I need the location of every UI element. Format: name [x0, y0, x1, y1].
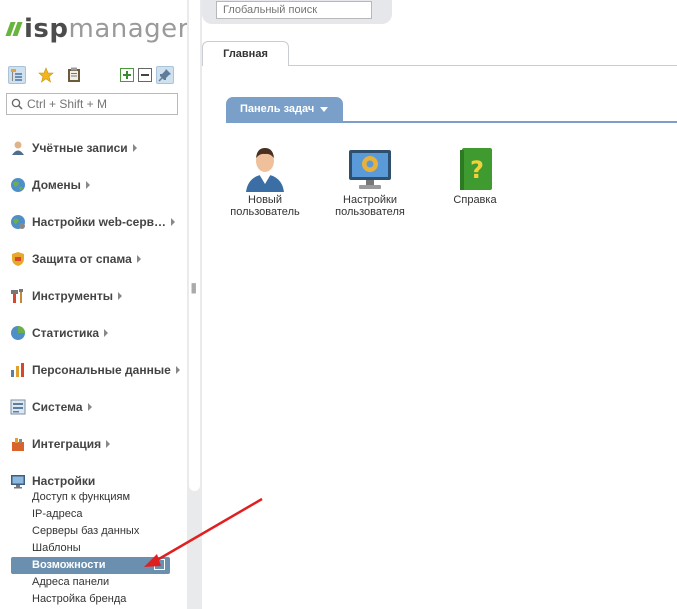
sidebar-item-spam-protection[interactable]: Защита от спама	[0, 240, 187, 277]
sidebar-item-domains[interactable]: Домены	[0, 166, 187, 203]
settings-icon	[10, 473, 26, 489]
clipboard-icon[interactable]	[65, 66, 83, 84]
sidebar: ispmanager Учётные записи	[0, 0, 189, 609]
tab-home[interactable]: Главная	[202, 41, 289, 66]
sidebar-scrollbar[interactable]	[187, 0, 202, 609]
sidebar-item-label: Персональные данные	[32, 362, 171, 377]
global-search[interactable]	[216, 1, 372, 19]
search-icon	[11, 98, 23, 110]
sidebar-item-tools[interactable]: Инструменты	[0, 277, 187, 314]
tile-help-label: Справка	[453, 194, 497, 206]
sidebar-item-label: Система	[32, 399, 83, 414]
submenu-item-db-servers[interactable]: Серверы баз данных	[0, 523, 187, 540]
submenu-item-panel-addresses[interactable]: Адреса панели	[0, 574, 187, 591]
sidebar-item-label: Статистика	[32, 325, 100, 340]
submenu-item-features[interactable]: Возможности	[11, 557, 170, 574]
logo-isp-text: isp	[24, 14, 69, 44]
sidebar-item-label: Инструменты	[32, 288, 114, 303]
svg-text:?: ?	[470, 156, 484, 184]
submenu-item-function-access[interactable]: Доступ к функциям	[0, 489, 187, 506]
sidebar-item-system[interactable]: Система	[0, 388, 187, 425]
submenu-item-brand-settings[interactable]: Настройка бренда	[0, 591, 187, 608]
sidebar-item-accounts[interactable]: Учётные записи	[0, 129, 187, 166]
sidebar-item-label: Настройки	[32, 473, 96, 488]
integration-icon	[10, 436, 26, 452]
sidebar-search[interactable]	[6, 93, 178, 115]
logo-mark-icon	[5, 22, 23, 36]
statistics-icon	[10, 325, 26, 341]
domains-icon	[10, 177, 26, 193]
global-search-input[interactable]	[217, 2, 371, 16]
help-book-icon: ?	[450, 144, 500, 194]
tree-view-icon[interactable]	[8, 66, 26, 84]
sidebar-item-label: Домены	[32, 177, 81, 192]
user-accounts-icon	[10, 140, 26, 156]
submenu-item-templates[interactable]: Шаблоны	[0, 540, 187, 557]
submenu-item-features-label: Возможности	[32, 559, 106, 571]
sidebar-item-label: Защита от спама	[32, 251, 132, 266]
collapse-all-icon[interactable]	[136, 66, 154, 84]
submenu-item-ip-addresses[interactable]: IP-адреса	[0, 506, 187, 523]
top-bar	[202, 0, 392, 24]
tile-help[interactable]: ? Справка	[430, 144, 520, 206]
tile-user-settings[interactable]: Настройки пользователя	[325, 144, 415, 218]
resize-grip-icon[interactable]: ■ ■ ■	[191, 281, 196, 296]
task-panel-header[interactable]: Панель задач	[226, 97, 343, 122]
sidebar-item-personal-data[interactable]: Персональные данные	[0, 351, 187, 388]
task-panel-title: Панель задач	[240, 103, 315, 115]
sidebar-search-input[interactable]	[27, 97, 167, 111]
sidebar-item-label: Интеграция	[32, 436, 102, 451]
sidebar-menu: Учётные записи Домены Настройки web-серв…	[0, 129, 187, 499]
sidebar-item-integration[interactable]: Интеграция	[0, 425, 187, 462]
personal-data-icon	[10, 362, 26, 378]
sidebar-item-label: Учётные записи	[32, 140, 128, 155]
spam-protection-icon	[10, 251, 26, 267]
isp-manager-logo: ispmanager	[5, 14, 189, 44]
logo-manager-text: manager	[68, 14, 189, 44]
favorites-star-icon[interactable]	[37, 66, 55, 84]
sidebar-item-statistics[interactable]: Статистика	[0, 314, 187, 351]
expand-all-icon[interactable]	[118, 66, 136, 84]
system-icon	[10, 399, 26, 415]
sidebar-item-web-settings[interactable]: Настройки web-серв…	[0, 203, 187, 240]
web-settings-icon	[10, 214, 26, 230]
tile-user-settings-label: Настройки пользователя	[335, 194, 405, 218]
tile-new-user-label: Новый пользователь	[230, 194, 300, 218]
tile-new-user[interactable]: Новый пользователь	[220, 144, 310, 218]
user-settings-icon	[345, 144, 395, 194]
task-panel-divider	[226, 121, 677, 123]
new-user-icon	[240, 144, 290, 194]
settings-submenu: Доступ к функциям IP-адреса Серверы баз …	[0, 489, 187, 608]
sidebar-toolbar	[8, 66, 180, 84]
tools-icon	[10, 288, 26, 304]
sidebar-scroll-thumb[interactable]	[189, 0, 200, 491]
chevron-down-icon	[320, 106, 329, 112]
open-external-icon[interactable]	[154, 559, 165, 570]
pin-icon[interactable]	[156, 66, 174, 84]
sidebar-item-label: Настройки web-серв…	[32, 214, 167, 229]
